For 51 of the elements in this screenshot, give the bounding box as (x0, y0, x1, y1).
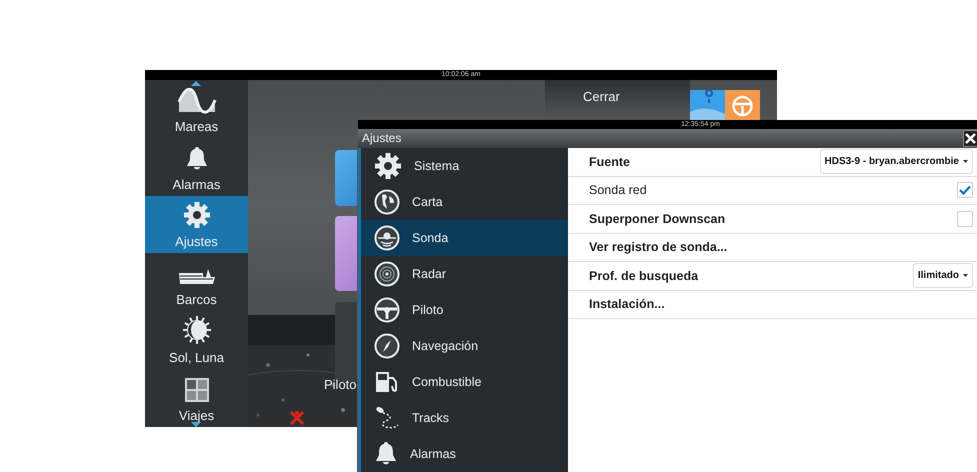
track-icon (374, 406, 400, 430)
bell-icon (184, 146, 208, 172)
checkbox[interactable] (957, 210, 973, 227)
steering-wheel-icon (374, 297, 400, 323)
setting-label: Superponer Downscan (589, 212, 726, 226)
sidebar-item[interactable]: Alarmas (145, 138, 248, 196)
setting-label: Prof. de busqueda (589, 268, 698, 283)
menu-item[interactable]: Tracks (361, 400, 568, 436)
menu-item[interactable]: Combustible (361, 364, 568, 400)
sidebar-item[interactable]: Ajustes (145, 196, 248, 254)
dropdown[interactable]: HDS3-9 - bryan.abercrombie (820, 149, 973, 174)
setting-label: Sonda red (589, 183, 647, 198)
window-title: Ajustes (362, 131, 402, 146)
sidebar-item[interactable]: Viajes (145, 369, 248, 427)
close-icon[interactable] (289, 410, 305, 426)
sidebar-item[interactable]: Mareas (145, 80, 248, 138)
map-tile-icon[interactable] (690, 90, 725, 122)
gear-icon (182, 201, 210, 230)
close-icon (965, 132, 976, 144)
scroll-up-icon[interactable] (191, 81, 201, 86)
caret-icon (963, 274, 968, 278)
bell-icon (374, 441, 398, 467)
sidebar-item[interactable]: Sol, Luna (145, 311, 248, 370)
menu-item[interactable]: Navegación (361, 328, 568, 364)
scroll-down-icon[interactable] (191, 422, 201, 427)
setting-label: Fuente (589, 154, 630, 169)
steering-wheel-icon[interactable] (725, 90, 760, 122)
gear-icon (374, 152, 402, 180)
sun-moon-icon (182, 315, 212, 346)
dropdown[interactable]: Ilimitado (912, 263, 973, 288)
compass-icon (374, 333, 400, 359)
calculator-icon (184, 376, 210, 403)
fuel-pump-icon (374, 370, 400, 394)
checkbox[interactable] (957, 182, 973, 198)
close-button[interactable]: Cerrar (545, 80, 690, 112)
menu-item[interactable]: Alarmas (361, 436, 568, 472)
wave-icon (176, 88, 216, 114)
menu-item[interactable]: Sistema (361, 148, 568, 184)
radar-icon (374, 261, 400, 287)
menu-item[interactable]: Radar (361, 256, 568, 292)
close-button[interactable] (963, 130, 977, 147)
menu-item[interactable]: Carta (361, 184, 568, 220)
chart-icon (374, 189, 400, 215)
sonar-icon (374, 225, 400, 251)
menu-item[interactable]: Sonda (361, 220, 568, 256)
menu-item[interactable]: Piloto (361, 292, 568, 328)
setting-label[interactable]: Ver registro de sonda... (589, 240, 728, 254)
setting-label[interactable]: Instalación... (589, 297, 665, 312)
sidebar-item[interactable]: Barcos (145, 253, 248, 312)
tile-label: Piloto (324, 377, 357, 392)
caret-icon (963, 160, 968, 164)
